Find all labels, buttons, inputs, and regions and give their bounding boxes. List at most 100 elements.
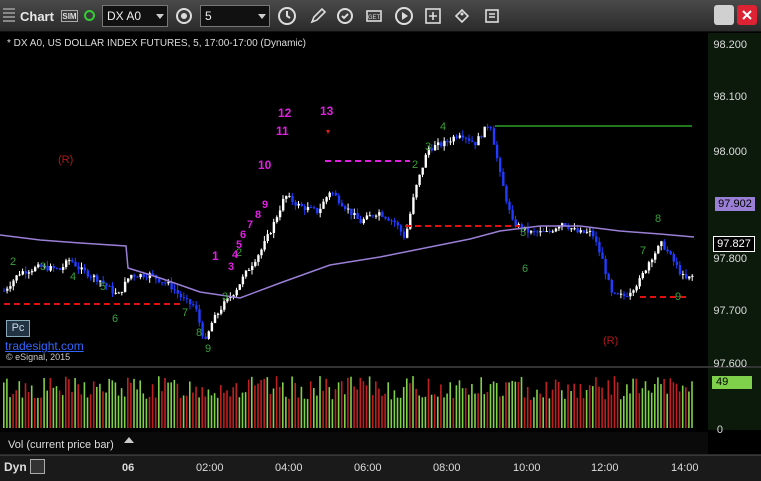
chart-toolbar: Chart SIM DX A0 5 GET	[0, 0, 761, 32]
setup-count-digit: 8	[655, 213, 661, 225]
candle-body	[557, 226, 561, 229]
volume-bar	[347, 377, 349, 428]
note-icon[interactable]	[480, 4, 504, 28]
candle-body	[663, 241, 666, 250]
candle-body	[83, 267, 86, 271]
volume-bar	[623, 395, 625, 428]
candle-body	[247, 269, 251, 271]
volume-bar	[592, 386, 594, 428]
time-tick: 02:00	[196, 462, 224, 474]
study-icon[interactable]: GET	[362, 4, 386, 28]
candle-body	[344, 206, 347, 210]
candle-body	[21, 271, 24, 275]
volume-bar	[458, 380, 461, 428]
volume-bar	[89, 394, 92, 428]
candle-body	[437, 142, 440, 146]
setup-count-digit: 9	[675, 291, 681, 303]
volume-bar	[297, 397, 300, 428]
volume-bar	[328, 387, 331, 428]
count-1: 1	[212, 249, 219, 263]
volume-bar	[34, 397, 36, 428]
volume-bar	[201, 387, 203, 428]
volume-bar	[443, 397, 445, 428]
candle-body	[632, 290, 635, 293]
candle-body	[328, 192, 331, 198]
candle-body	[127, 278, 130, 282]
candle-body	[216, 313, 220, 315]
volume-bar	[681, 385, 684, 428]
volume-bar	[105, 392, 107, 428]
candle-body	[480, 136, 483, 138]
candle-body	[337, 195, 341, 204]
volume-bar	[412, 376, 414, 428]
candle-body	[266, 234, 269, 242]
candle-body	[303, 206, 307, 211]
volume-bar	[654, 383, 656, 428]
symbol-input[interactable]: DX A0	[102, 5, 168, 27]
candle-body	[309, 207, 313, 209]
clock-icon[interactable]	[275, 4, 299, 28]
candle-body	[458, 135, 462, 138]
volume-bar	[74, 377, 76, 428]
grip-handle[interactable]	[3, 8, 15, 24]
candle-body	[350, 208, 353, 216]
play-icon[interactable]	[392, 4, 416, 28]
volume-bar	[477, 393, 479, 428]
candle-body	[371, 215, 375, 217]
volume-bar	[610, 394, 613, 428]
time-tick: 06:00	[354, 462, 382, 474]
candle-body	[495, 144, 499, 159]
volume-bar	[52, 387, 55, 428]
refresh-icon[interactable]	[333, 4, 357, 28]
candle-body	[464, 137, 468, 139]
candle-body	[576, 228, 579, 233]
footer-tab[interactable]: Dyn	[4, 460, 27, 474]
volume-bar	[251, 376, 253, 428]
volume-bar	[350, 376, 352, 428]
tag-icon[interactable]	[450, 4, 474, 28]
candle-body	[220, 309, 223, 314]
candle-body	[604, 258, 607, 275]
chevron-down-icon[interactable]	[156, 14, 164, 19]
volume-bar	[303, 398, 306, 428]
setup-count-digit: 7	[182, 307, 188, 319]
volume-bar	[229, 396, 231, 428]
collapse-icon[interactable]	[124, 437, 134, 443]
settings-icon[interactable]	[421, 4, 445, 28]
volume-bar	[418, 395, 420, 428]
candle-body	[340, 203, 344, 207]
candle-body	[210, 322, 214, 332]
close-icon[interactable]	[737, 5, 757, 25]
volume-bar	[216, 397, 219, 428]
volume-bar	[269, 394, 272, 428]
volume-bar	[15, 390, 17, 428]
pencil-icon[interactable]	[306, 4, 330, 28]
lock-icon[interactable]	[30, 459, 45, 474]
volume-bar	[511, 380, 513, 428]
volume-bar	[607, 380, 610, 428]
volume-bar	[468, 394, 470, 428]
candle-body	[272, 221, 276, 234]
candle-body	[681, 274, 685, 276]
chevron-down-icon[interactable]	[258, 14, 266, 19]
candle-body	[533, 231, 536, 233]
candle-body	[282, 198, 285, 211]
link-icon[interactable]	[172, 4, 196, 28]
volume-bar	[61, 395, 64, 428]
interval-input[interactable]: 5	[200, 5, 270, 27]
price-chart[interactable]: 2 3456 78923456789233456789	[0, 33, 761, 481]
candle-body	[334, 192, 338, 196]
volume-bar	[393, 390, 396, 428]
candle-body	[421, 167, 424, 175]
reversal-marker: (R)	[58, 154, 74, 166]
candle-body	[30, 271, 34, 273]
volume-bar	[480, 377, 482, 428]
volume-bar	[446, 393, 448, 428]
candle-body	[9, 286, 12, 289]
count-11: 11	[276, 124, 289, 138]
volume-bar	[669, 378, 672, 428]
candle-body	[151, 273, 155, 275]
volume-bar	[27, 392, 30, 428]
setup-count-digit: 9	[205, 343, 211, 355]
restore-icon[interactable]	[714, 5, 734, 25]
